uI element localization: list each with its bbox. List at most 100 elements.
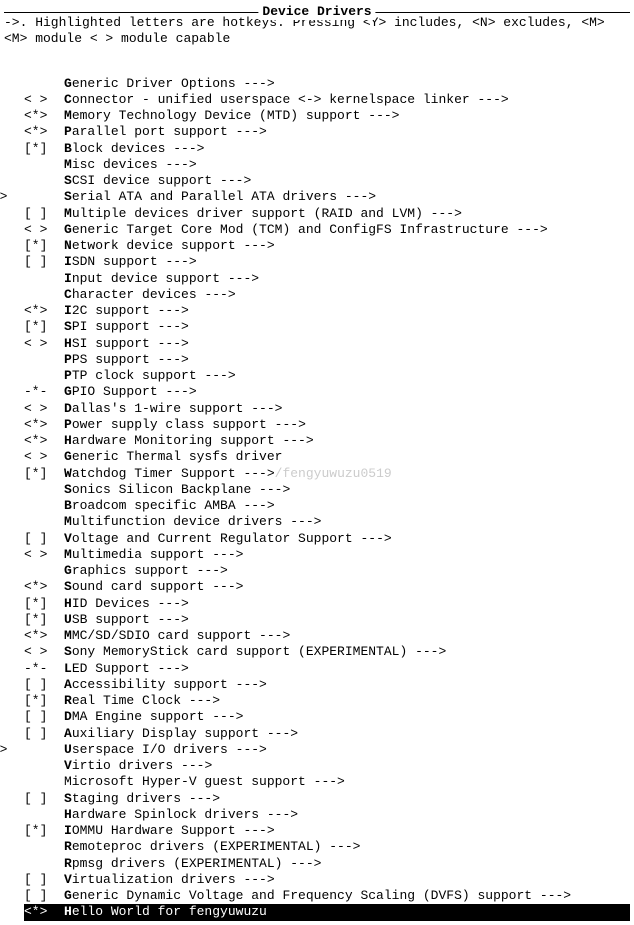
menu-item[interactable]: PPS support ---> [24, 352, 630, 368]
option-state: < > [24, 547, 64, 563]
option-text: onnector - unified userspace <-> kernels… [72, 92, 470, 107]
hotkey: G [64, 384, 72, 399]
menu-item[interactable]: <*>Memory Technology Device (MTD) suppor… [24, 108, 630, 124]
menu-item[interactable]: [*]SPI support ---> [24, 319, 630, 335]
option-state: [*] [24, 238, 64, 254]
menu-item[interactable]: SCSI device support ---> [24, 173, 630, 189]
menu-item[interactable]: [ ]ISDN support ---> [24, 254, 630, 270]
menu-item[interactable]: [ ]DMA Engine support ---> [24, 709, 630, 725]
menu-item[interactable]: Hardware Spinlock drivers ---> [24, 807, 630, 823]
menu-item[interactable]: < >Multimedia support ---> [24, 547, 630, 563]
menu-item[interactable]: < >Sony MemoryStick card support (EXPERI… [24, 644, 630, 660]
option-label: Remoteproc drivers (EXPERIMENTAL) ---> [64, 839, 360, 855]
menu-item[interactable]: [ ]Staging drivers ---> [24, 791, 630, 807]
hotkey: V [64, 758, 72, 773]
menu-item[interactable]: <*>Hello World for fengyuwuzu [24, 904, 630, 920]
menu-item[interactable]: < >HSI support ---> [24, 336, 630, 352]
option-text: OMMU Hardware Support [72, 823, 236, 838]
hotkey: C [64, 92, 72, 107]
option-state: < > [24, 336, 64, 352]
option-label: Userspace I/O drivers ---> [64, 742, 267, 758]
menu-item[interactable]: Sonics Silicon Backplane ---> [24, 482, 630, 498]
menu-item[interactable]: < >Dallas's 1-wire support ---> [24, 401, 630, 417]
menu-item[interactable]: Rpmsg drivers (EXPERIMENTAL) ---> [24, 856, 630, 872]
menu-item[interactable]: Generic Driver Options ---> [24, 76, 630, 92]
option-state: [ ] [24, 531, 64, 547]
menu-item[interactable]: <*>MMC/SD/SDIO card support ---> [24, 628, 630, 644]
option-state [24, 774, 64, 790]
menu-item[interactable]: [*]Network device support ---> [24, 238, 630, 254]
menu-item[interactable]: <*>Power supply class support ---> [24, 417, 630, 433]
option-state: <*> [24, 904, 64, 920]
menu-item[interactable]: < >Userspace I/O drivers ---> [0, 742, 630, 758]
menu-item[interactable]: < >Connector - unified userspace <-> ker… [24, 92, 630, 108]
option-text: lock devices [72, 141, 166, 156]
menu-item[interactable]: [ ]Auxiliary Display support ---> [24, 726, 630, 742]
menu-item[interactable]: [ ]Voltage and Current Regulator Support… [24, 531, 630, 547]
option-text: MC/SD/SDIO card support [72, 628, 251, 643]
hotkey: U [64, 742, 72, 757]
menu-item[interactable]: [ ]Multiple devices driver support (RAID… [24, 206, 630, 222]
hotkey: B [64, 141, 72, 156]
menu-item[interactable]: PTP clock support ---> [24, 368, 630, 384]
menu-item[interactable]: <*>I2C support ---> [24, 303, 630, 319]
option-state [24, 157, 64, 173]
option-text: eneric Thermal sysfs driver [72, 449, 283, 464]
submenu-arrow: ---> [236, 238, 275, 253]
option-label: I2C support ---> [64, 303, 189, 319]
menu-item[interactable]: [*]Watchdog Timer Support --->/fengyuwuz… [24, 466, 630, 482]
option-text: ccessibility support [72, 677, 228, 692]
menu-item[interactable]: < >Generic Target Core Mod (TCM) and Con… [24, 222, 630, 238]
menu-item[interactable]: [*]HID Devices ---> [24, 596, 630, 612]
menu-item[interactable]: < >Serial ATA and Parallel ATA drivers -… [0, 189, 630, 205]
menu-item[interactable]: -*-LED Support ---> [24, 661, 630, 677]
menu-item[interactable]: <*>Sound card support ---> [24, 579, 630, 595]
option-state: <*> [24, 433, 64, 449]
help-text: module [27, 31, 89, 46]
menu-item[interactable]: [ ]Generic Dynamic Voltage and Frequency… [24, 888, 630, 904]
hotkey: P [64, 368, 72, 383]
submenu-arrow: ---> [509, 222, 548, 237]
menu-item[interactable]: Input device support ---> [24, 271, 630, 287]
menu-item[interactable]: [ ]Accessibility support ---> [24, 677, 630, 693]
menu-item[interactable]: Character devices ---> [24, 287, 630, 303]
option-state: [ ] [24, 677, 64, 693]
hotkey: I [64, 303, 72, 318]
submenu-arrow: ---> [259, 807, 298, 822]
menu-item[interactable]: Misc devices ---> [24, 157, 630, 173]
submenu-arrow: ---> [173, 758, 212, 773]
hotkey: P [64, 124, 72, 139]
menu-item[interactable]: < >Generic Thermal sysfs driver [24, 449, 630, 465]
option-state: < > [24, 401, 64, 417]
hotkey: P [64, 417, 72, 432]
menu-item[interactable]: Microsoft Hyper-V guest support ---> [24, 774, 630, 790]
option-state: [*] [24, 141, 64, 157]
menu-item[interactable]: Broadcom specific AMBA ---> [24, 498, 630, 514]
option-label: Auxiliary Display support ---> [64, 726, 298, 742]
hotkey: I [64, 823, 72, 838]
menu-item[interactable]: [*]IOMMU Hardware Support ---> [24, 823, 630, 839]
menu-item[interactable]: Virtio drivers ---> [24, 758, 630, 774]
option-text: nput device support [72, 271, 220, 286]
menu-item[interactable]: <*>Parallel port support ---> [24, 124, 630, 140]
submenu-arrow: ---> [236, 76, 275, 91]
menu-item[interactable]: Remoteproc drivers (EXPERIMENTAL) ---> [24, 839, 630, 855]
hotkey: M [64, 108, 72, 123]
option-state [24, 352, 64, 368]
option-state [24, 807, 64, 823]
menu-item[interactable]: [*]Block devices ---> [24, 141, 630, 157]
menu-item[interactable]: Graphics support ---> [24, 563, 630, 579]
menu-item[interactable]: Multifunction device drivers ---> [24, 514, 630, 530]
option-label: IOMMU Hardware Support ---> [64, 823, 275, 839]
hotkey: G [64, 222, 72, 237]
menu-item[interactable]: <*>Hardware Monitoring support ---> [24, 433, 630, 449]
menu-item[interactable]: [*]USB support ---> [24, 612, 630, 628]
menu-item[interactable]: -*-GPIO Support ---> [24, 384, 630, 400]
hotkey: B [64, 498, 72, 513]
option-state: <*> [24, 124, 64, 140]
option-text: ED Support [72, 661, 150, 676]
submenu-arrow: ---> [228, 124, 267, 139]
submenu-arrow: ---> [267, 417, 306, 432]
menu-item[interactable]: [*]Real Time Clock ---> [24, 693, 630, 709]
menu-item[interactable]: [ ]Virtualization drivers ---> [24, 872, 630, 888]
